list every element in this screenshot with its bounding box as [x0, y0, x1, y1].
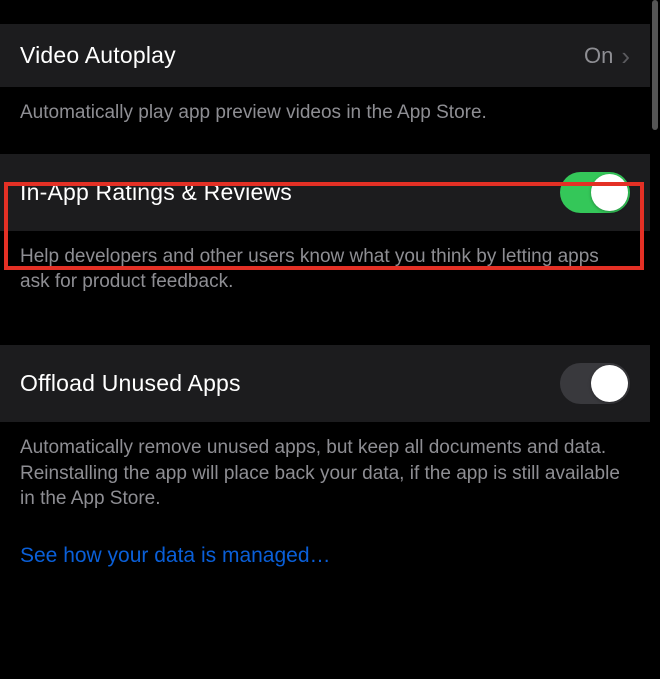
in-app-ratings-toggle[interactable]	[560, 172, 630, 213]
toggle-knob	[591, 365, 628, 402]
video-autoplay-label: Video Autoplay	[20, 42, 176, 69]
in-app-ratings-row[interactable]: In-App Ratings & Reviews	[0, 154, 650, 232]
spacer	[0, 0, 650, 24]
in-app-ratings-label: In-App Ratings & Reviews	[20, 179, 292, 206]
video-autoplay-description: Automatically play app preview videos in…	[0, 88, 650, 154]
settings-list: Video Autoplay On › Automatically play a…	[0, 0, 650, 679]
in-app-ratings-description: Help developers and other users know wha…	[0, 232, 650, 323]
video-autoplay-value: On	[584, 43, 613, 69]
offload-unused-description: Automatically remove unused apps, but ke…	[0, 423, 650, 530]
toggle-knob	[591, 174, 628, 211]
video-autoplay-row[interactable]: Video Autoplay On ›	[0, 24, 650, 88]
offload-unused-toggle[interactable]	[560, 363, 630, 404]
video-autoplay-value-group: On ›	[584, 43, 630, 69]
offload-unused-label: Offload Unused Apps	[20, 370, 241, 397]
data-management-link[interactable]: See how your data is managed…	[0, 530, 650, 592]
scrollbar-thumb[interactable]	[652, 0, 658, 130]
chevron-right-icon: ›	[621, 43, 630, 69]
spacer	[0, 323, 650, 345]
offload-unused-row[interactable]: Offload Unused Apps	[0, 345, 650, 423]
